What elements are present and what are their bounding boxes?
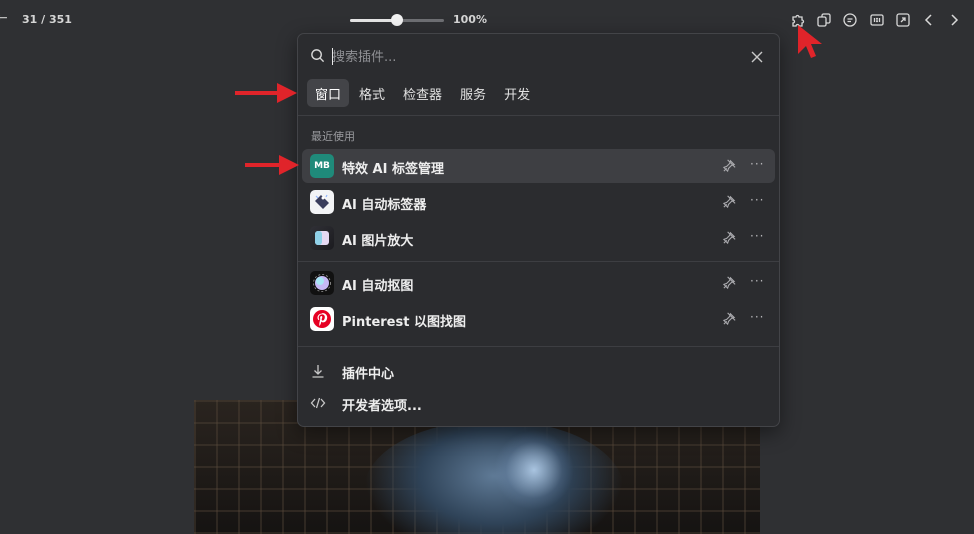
- expand-icon[interactable]: [895, 12, 911, 28]
- tab-bar: 窗口 格式 检查器 服务 开发: [307, 79, 540, 107]
- more-options-icon[interactable]: ···: [750, 274, 764, 288]
- pin-icon[interactable]: [722, 158, 737, 177]
- more-options-icon[interactable]: ···: [750, 310, 764, 324]
- divider: [298, 346, 779, 347]
- plugin-search-input[interactable]: [332, 47, 712, 67]
- plugin-item[interactable]: Pinterest 以图找图 ···: [302, 302, 775, 336]
- zoom-slider-knob[interactable]: [391, 14, 403, 26]
- section-label-recent: 最近使用: [311, 130, 355, 143]
- plugin-popup: 窗口 格式 检查器 服务 开发 最近使用 MB 特效 AI 标签管理 ··· A…: [297, 33, 780, 427]
- close-icon[interactable]: [750, 49, 764, 68]
- plugin-name: Pinterest 以图找图: [342, 315, 466, 330]
- tab-format[interactable]: 格式: [351, 79, 393, 107]
- plugin-item[interactable]: AI 图片放大 ···: [302, 221, 775, 255]
- plugin-name: AI 自动抠图: [342, 279, 414, 294]
- more-options-icon[interactable]: ···: [750, 229, 764, 243]
- chevron-right-icon[interactable]: [946, 12, 962, 28]
- auto-tagger-app-icon: [310, 190, 334, 214]
- actual-size-icon[interactable]: [869, 12, 885, 28]
- search-icon: [310, 48, 325, 67]
- pin-icon[interactable]: [722, 275, 737, 294]
- search-row: [298, 34, 779, 78]
- back-arrow-icon[interactable]: ←: [0, 10, 8, 26]
- pinterest-icon: [310, 307, 334, 331]
- footer-label: 开发者选项...: [342, 399, 422, 414]
- text-caret: [332, 48, 333, 65]
- tab-services[interactable]: 服务: [452, 79, 494, 107]
- auto-cutout-app-icon: [310, 271, 334, 295]
- zoom-slider-fill: [350, 19, 397, 22]
- plugin-item[interactable]: AI 自动标签器 ···: [302, 185, 775, 219]
- tab-window[interactable]: 窗口: [307, 79, 350, 107]
- pin-icon[interactable]: [722, 230, 737, 249]
- pin-icon[interactable]: [722, 194, 737, 213]
- zoom-slider[interactable]: [350, 14, 444, 26]
- pin-icon[interactable]: [722, 311, 737, 330]
- plugin-name: AI 自动标签器: [342, 198, 427, 213]
- annotation-arrow-icon: [235, 83, 297, 103]
- divider: [298, 115, 779, 116]
- plugin-app-icon: MB: [310, 154, 334, 178]
- annotation-arrow-icon: [245, 155, 299, 175]
- plugin-name: 特效 AI 标签管理: [342, 162, 444, 177]
- tab-develop[interactable]: 开发: [496, 79, 538, 107]
- plugin-item[interactable]: MB 特效 AI 标签管理 ···: [302, 149, 775, 183]
- developer-options-link[interactable]: 开发者选项...: [310, 391, 610, 415]
- plugin-name: AI 图片放大: [342, 234, 414, 249]
- tab-inspector[interactable]: 检查器: [395, 79, 450, 107]
- cursor-pointer-icon: [798, 25, 822, 58]
- upscale-app-icon: [310, 226, 334, 250]
- download-icon: [310, 363, 326, 383]
- code-icon: [310, 395, 326, 415]
- more-options-icon[interactable]: ···: [750, 193, 764, 207]
- zoom-level: 100%: [453, 13, 487, 26]
- chevron-left-icon[interactable]: [921, 12, 937, 28]
- page-counter: 31 / 351: [22, 13, 72, 26]
- footer-label: 插件中心: [342, 367, 395, 382]
- divider: [298, 261, 779, 262]
- plugin-center-link[interactable]: 插件中心: [310, 359, 610, 383]
- more-options-icon[interactable]: ···: [750, 157, 764, 171]
- comment-icon[interactable]: [842, 12, 858, 28]
- plugin-item[interactable]: AI 自动抠图 ···: [302, 266, 775, 300]
